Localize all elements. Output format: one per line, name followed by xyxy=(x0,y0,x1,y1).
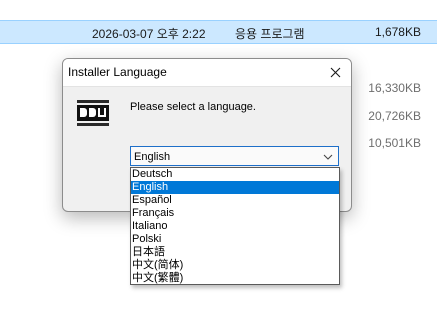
language-option[interactable]: Deutsch xyxy=(131,168,339,181)
prompt-text: Please select a language. xyxy=(130,101,256,113)
close-button[interactable] xyxy=(319,59,351,86)
file-type: 응용 프로그램 xyxy=(235,27,305,41)
file-size: 16,330KB xyxy=(368,81,421,95)
language-option[interactable]: Polski xyxy=(131,233,339,246)
dialog-title: Installer Language xyxy=(68,65,167,79)
file-size: 20,726KB xyxy=(368,109,421,123)
file-size: 1,678KB xyxy=(374,25,421,39)
language-option[interactable]: 日本語 xyxy=(131,246,339,259)
file-size: 10,501KB xyxy=(368,136,421,150)
chevron-down-icon xyxy=(323,154,333,160)
language-option[interactable]: 中文(简体) xyxy=(131,259,339,272)
ddu-logo-icon xyxy=(76,98,110,130)
language-option[interactable]: Español xyxy=(131,194,339,207)
language-option[interactable]: Italiano xyxy=(131,220,339,233)
language-option[interactable]: Français xyxy=(131,207,339,220)
close-icon xyxy=(330,67,340,78)
dialog-titlebar[interactable]: Installer Language xyxy=(63,59,351,87)
file-date: 2026-03-07 오후 2:22 xyxy=(92,27,206,41)
language-combobox[interactable]: English xyxy=(130,146,339,166)
language-dropdown-list[interactable]: Deutsch English Español Français Italiano Pol… xyxy=(130,167,340,285)
language-option[interactable]: 中文(繁體) xyxy=(131,272,339,285)
language-option[interactable]: English xyxy=(131,181,339,194)
combobox-value: English xyxy=(134,151,171,163)
file-list-row[interactable]: 2026-03-07 오후 2:22 응용 프로그램 1,678KB xyxy=(0,20,437,44)
